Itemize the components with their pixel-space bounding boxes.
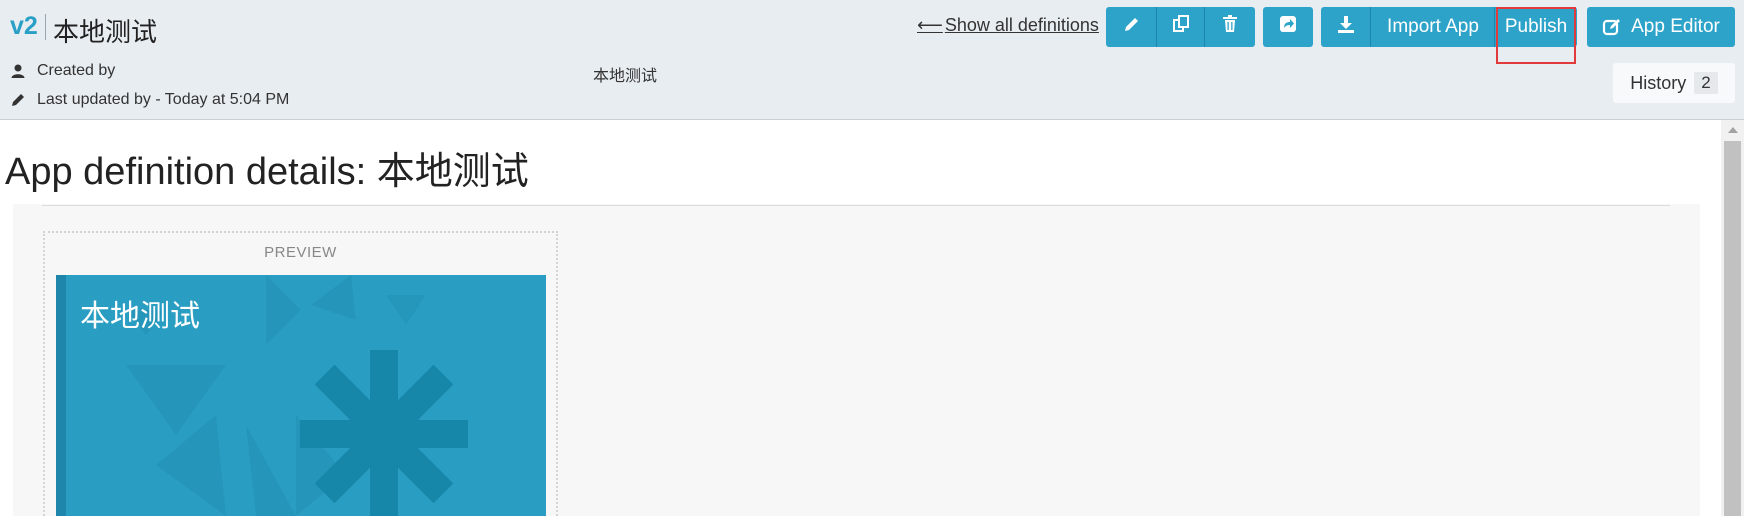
copy-button[interactable] (1157, 7, 1205, 47)
history-count: 2 (1694, 72, 1718, 94)
title-divider (45, 14, 46, 40)
tile-title: 本地测试 (80, 300, 200, 333)
app-editor-button[interactable]: App Editor (1587, 7, 1735, 47)
user-icon (10, 63, 26, 79)
show-all-definitions-link[interactable]: ⟵ Show all definitions (917, 15, 1099, 36)
copy-icon (1171, 14, 1191, 40)
pencil-icon (1122, 14, 1142, 40)
created-by-row: Created by (10, 62, 115, 80)
show-all-definitions-label: Show all definitions (944, 15, 1099, 35)
history-label: History (1630, 72, 1687, 93)
edit-button[interactable] (1106, 7, 1157, 47)
app-header: v2 本地测试 Created by Last updated by - Tod… (0, 0, 1744, 120)
created-by-text: Created by (37, 62, 116, 79)
app-editor-label: App Editor (1631, 16, 1720, 37)
app-description: 本地测试 (593, 68, 658, 85)
import-app-label: Import App (1387, 16, 1479, 37)
import-app-button[interactable]: Import App (1371, 7, 1495, 47)
scroll-up-button[interactable] (1721, 120, 1744, 140)
download-icon (1336, 14, 1356, 40)
history-button[interactable]: History 2 (1613, 63, 1735, 103)
download-button[interactable] (1321, 7, 1371, 47)
share-icon (1278, 14, 1298, 40)
preview-label: PREVIEW (264, 244, 337, 261)
last-updated-row: Last updated by - Today at 5:04 PM (10, 91, 289, 109)
publish-highlight (1496, 7, 1576, 64)
scrollbar-thumb[interactable] (1724, 141, 1741, 516)
last-updated-text: Last updated by - Today at 5:04 PM (37, 91, 290, 108)
arrow-left-icon: ⟵ (917, 15, 943, 35)
trash-icon (1220, 14, 1240, 40)
pencil-icon (10, 92, 26, 108)
edit-square-icon (1602, 17, 1622, 37)
app-title: 本地测试 (53, 17, 158, 47)
page-title: App definition details: 本地测试 (5, 151, 529, 193)
version-badge: v2 (10, 12, 38, 40)
share-button[interactable] (1263, 7, 1313, 47)
app-preview-tile[interactable]: 本地测试 (56, 275, 546, 516)
delete-button[interactable] (1205, 7, 1255, 47)
content-divider (42, 205, 1670, 206)
triangle-up-icon (1727, 121, 1738, 139)
tile-accent-stripe (56, 275, 66, 516)
